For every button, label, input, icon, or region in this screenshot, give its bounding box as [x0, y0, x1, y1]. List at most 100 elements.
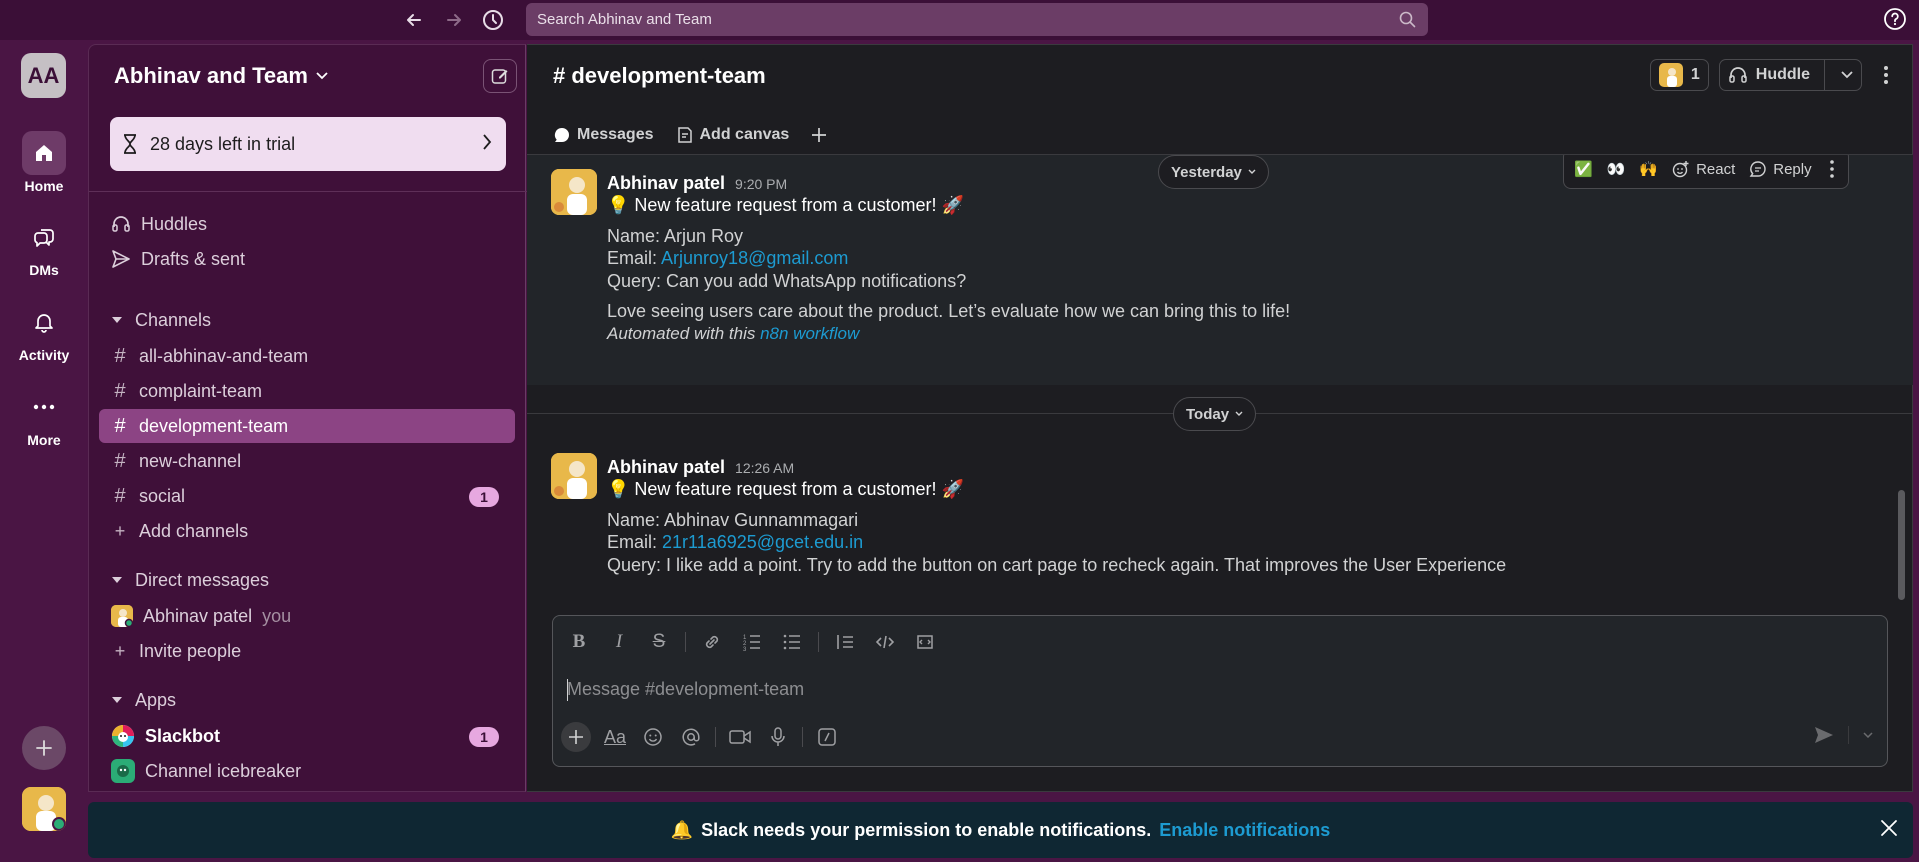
invite-people-button[interactable]: + Invite people — [99, 634, 515, 668]
avatar — [1658, 63, 1683, 87]
message-note: Love seeing users care about the product… — [607, 301, 1291, 321]
avatar[interactable] — [551, 453, 597, 499]
rail-item-dms[interactable]: DMs — [0, 215, 88, 278]
sidebar-item-label: Drafts & sent — [141, 248, 246, 269]
message-scrollbar[interactable] — [1898, 490, 1905, 600]
more-actions-icon[interactable] — [1826, 160, 1838, 178]
dm-section-toggle[interactable]: Direct messages — [99, 565, 269, 595]
message-timestamp[interactable]: 12:26 AM — [735, 460, 794, 476]
divider — [89, 191, 527, 192]
apps-heading: Apps — [135, 689, 177, 710]
channel-header-actions: 1 Huddle — [1649, 59, 1900, 91]
code-block-icon[interactable] — [911, 628, 939, 656]
member-count: 1 — [1690, 66, 1700, 83]
bell-icon: 🔔 — [670, 819, 694, 840]
tab-messages[interactable]: Messages — [549, 119, 661, 157]
help-icon[interactable] — [1883, 7, 1907, 31]
message-timestamp[interactable]: 9:20 PM — [735, 176, 787, 192]
mention-icon[interactable] — [677, 723, 705, 751]
app-name: Slackbot — [145, 725, 221, 746]
add-workspace-button[interactable] — [22, 726, 66, 770]
forward-arrow-icon[interactable] — [440, 6, 468, 34]
message-author[interactable]: Abhinav patel — [607, 173, 725, 194]
kebab-menu-icon[interactable] — [1872, 65, 1900, 85]
blockquote-icon[interactable] — [831, 628, 859, 656]
channel-tabs: Messages Add canvas — [549, 119, 827, 157]
message-input[interactable] — [567, 674, 1857, 704]
workspace-avatar[interactable]: AA — [21, 53, 66, 98]
channel-title[interactable]: # development-team — [553, 63, 766, 89]
huddle-button[interactable]: Huddle — [1718, 59, 1862, 91]
user-avatar[interactable] — [22, 787, 66, 831]
caret-down-icon — [112, 577, 122, 583]
code-icon[interactable] — [871, 628, 899, 656]
strikethrough-icon[interactable]: S — [645, 628, 673, 656]
headphones-icon — [112, 216, 130, 232]
slash-command-icon[interactable] — [813, 723, 841, 751]
microphone-icon[interactable] — [764, 723, 792, 751]
message-headline: 💡 New feature request from a customer! 🚀 — [607, 195, 964, 215]
enable-notifications-link[interactable]: Enable notifications — [1159, 820, 1330, 841]
sidebar-app-slackbot[interactable]: Slackbot 1 — [99, 719, 515, 753]
workspace-name: Abhinav and Team — [114, 63, 308, 88]
hash-icon: # — [114, 344, 126, 367]
day-divider-today[interactable]: Today — [1173, 397, 1257, 431]
reaction-eyes-button[interactable]: 👀 — [1607, 160, 1626, 178]
channel-name: all-abhinav-and-team — [139, 345, 309, 366]
close-icon[interactable] — [1879, 818, 1899, 838]
svg-text:3: 3 — [743, 647, 747, 652]
back-arrow-icon[interactable] — [400, 6, 428, 34]
sidebar-dm-abhinav-patel[interactable]: Abhinav patel you — [99, 599, 515, 633]
emoji-icon[interactable] — [639, 723, 667, 751]
workflow-link[interactable]: n8n workflow — [760, 324, 859, 343]
attach-plus-icon[interactable] — [561, 722, 591, 752]
plus-icon: + — [114, 640, 126, 661]
hourglass-icon — [124, 134, 136, 154]
history-clock-icon[interactable] — [479, 6, 507, 34]
apps-section-toggle[interactable]: Apps — [99, 685, 176, 715]
day-divider-yesterday[interactable]: Yesterday — [1158, 155, 1269, 189]
italic-icon[interactable]: I — [605, 628, 633, 656]
bold-icon[interactable]: B — [565, 628, 593, 656]
channel-name: complaint-team — [139, 380, 263, 401]
sidebar-item-all-abhinav-and-team[interactable]: # all-abhinav-and-team — [99, 339, 515, 373]
rail-item-home[interactable]: Home — [0, 131, 88, 194]
dm-you-label: you — [262, 605, 292, 626]
reply-button[interactable]: Reply — [1749, 160, 1812, 178]
reaction-check-button[interactable]: ✅ — [1574, 160, 1593, 178]
formatting-toggle-icon[interactable]: Aa — [601, 723, 629, 751]
sidebar-item-drafts[interactable]: Drafts & sent — [99, 242, 515, 276]
sidebar-app-channel-icebreaker[interactable]: Channel icebreaker — [99, 754, 515, 788]
sidebar-item-new-channel[interactable]: # new-channel — [99, 444, 515, 478]
avatar[interactable] — [551, 169, 597, 215]
channels-section-toggle[interactable]: Channels — [99, 305, 211, 335]
tab-add-canvas[interactable]: Add canvas — [676, 119, 789, 151]
schedule-chevron-icon[interactable] — [1863, 732, 1873, 738]
video-clip-icon[interactable] — [726, 723, 754, 751]
chevron-down-icon[interactable] — [1833, 71, 1861, 79]
sidebar-item-development-team[interactable]: # development-team — [99, 409, 515, 443]
react-button[interactable]: React — [1672, 160, 1735, 178]
numbered-list-icon[interactable]: 123 — [738, 628, 766, 656]
rail-item-more[interactable]: More — [0, 385, 88, 448]
reply-label: Reply — [1773, 160, 1812, 178]
members-button[interactable]: 1 — [1649, 59, 1709, 91]
message-author[interactable]: Abhinav patel — [607, 457, 725, 478]
sidebar-item-social[interactable]: # social 1 — [99, 479, 515, 513]
link-icon[interactable] — [698, 628, 726, 656]
sidebar-item-complaint-team[interactable]: # complaint-team — [99, 374, 515, 408]
email-link[interactable]: 21r11a6925@gcet.edu.in — [662, 532, 863, 552]
message-bubble-icon — [554, 127, 569, 142]
sidebar-item-huddles[interactable]: Huddles — [99, 207, 515, 241]
rail-item-activity[interactable]: Activity — [0, 300, 88, 363]
send-icon[interactable] — [1814, 726, 1834, 744]
add-channels-button[interactable]: + Add channels — [99, 514, 515, 548]
workspace-switcher[interactable]: Abhinav and Team — [114, 63, 328, 89]
bullet-list-icon[interactable] — [778, 628, 806, 656]
add-tab-button[interactable] — [811, 119, 827, 151]
trial-banner[interactable]: 28 days left in trial — [110, 117, 506, 171]
email-link[interactable]: Arjunroy18@gmail.com — [661, 248, 848, 268]
reaction-raised-hands-button[interactable]: 🙌 — [1639, 160, 1658, 178]
search-input[interactable]: Search Abhinav and Team — [526, 3, 1428, 36]
compose-button[interactable] — [483, 59, 517, 93]
